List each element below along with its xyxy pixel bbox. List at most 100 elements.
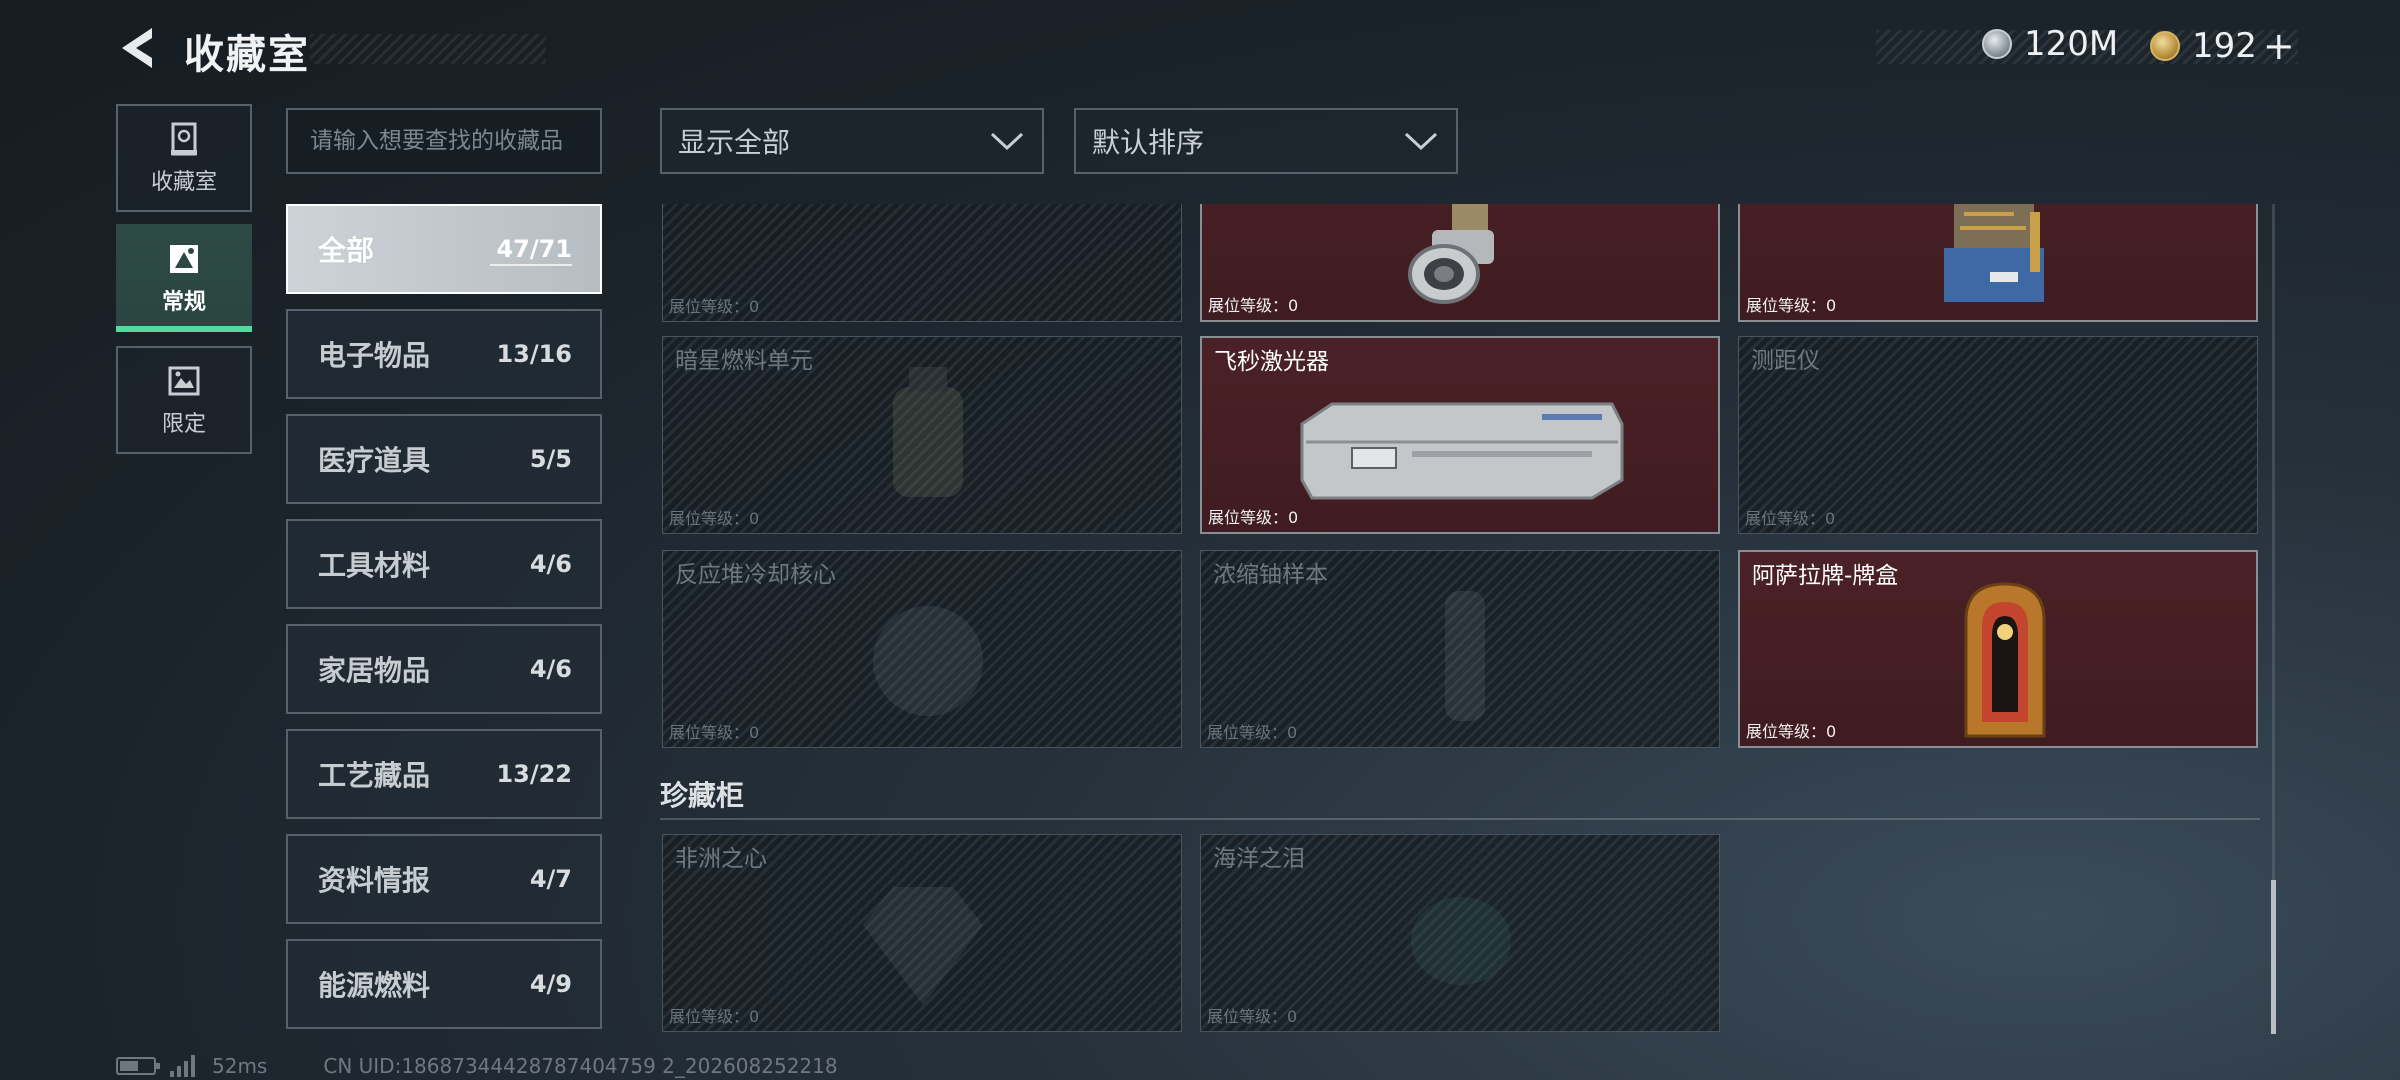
category-household[interactable]: 家居物品 4/6 — [286, 624, 602, 714]
category-count: 4/6 — [529, 655, 572, 683]
category-count: 13/16 — [496, 340, 572, 368]
booth-level: 展位等级：0 — [1208, 508, 1299, 527]
limited-icon — [168, 366, 200, 396]
category-intel[interactable]: 资料情报 4/7 — [286, 834, 602, 924]
booth-level: 展位等级：0 — [669, 297, 760, 316]
collection-card[interactable]: 浓缩铀样本 展位等级：0 — [1200, 550, 1720, 748]
nav-tab-vault-label: 收藏室 — [150, 170, 217, 195]
booth-level: 展位等级：0 — [1745, 509, 1836, 528]
booth-level: 展位等级：0 — [1207, 1007, 1298, 1026]
category-name: 家居物品 — [318, 654, 431, 687]
sort-value: 默认排序 — [1092, 126, 1205, 159]
item-name: 阿萨拉牌-牌盒 — [1752, 563, 1899, 589]
category-name: 工艺藏品 — [318, 759, 431, 792]
item-name: 非洲之心 — [675, 846, 767, 872]
item-name: 海洋之泪 — [1213, 846, 1305, 872]
booth-level: 展位等级：0 — [669, 723, 760, 742]
vault-icon — [171, 122, 197, 156]
section-divider — [660, 818, 2260, 820]
status-footer: 52ms CN UID:18687344428787404759 2_20260… — [116, 1054, 838, 1078]
nav-tab-regular-label: 常规 — [161, 290, 206, 315]
nav-tab-limited[interactable]: 限定 — [116, 346, 252, 454]
category-name: 电子物品 — [318, 339, 431, 372]
nav-tab-limited-label: 限定 — [161, 412, 206, 437]
category-name: 医疗道具 — [318, 444, 431, 477]
signal-icon — [170, 1055, 198, 1077]
scrollbar-thumb[interactable] — [2271, 880, 2276, 1034]
collection-card[interactable]: 非洲之心 展位等级：0 — [662, 834, 1182, 1032]
collection-card[interactable]: 阿萨拉牌-牌盒 展位等级：0 — [1738, 550, 2258, 748]
item-name: 浓缩铀样本 — [1213, 562, 1328, 588]
item-name: 暗星燃料单元 — [675, 348, 813, 374]
nav-tab-regular[interactable]: 常规 — [116, 224, 252, 332]
collection-card[interactable]: 暗星燃料单元 展位等级：0 — [662, 336, 1182, 534]
item-name: 测距仪 — [1751, 348, 1820, 374]
tear-gem-icon — [1411, 897, 1511, 985]
card-box-icon — [1964, 582, 2046, 738]
collection-card[interactable]: 海洋之泪 展位等级：0 — [1200, 834, 1720, 1032]
chevron-down-icon — [990, 132, 1024, 151]
machine-box-icon — [1944, 204, 2044, 302]
uid-text: CN UID:18687344428787404759 2_2026082522… — [323, 1054, 838, 1078]
collection-card[interactable]: 反应堆冷却核心 展位等级：0 — [662, 550, 1182, 748]
laser-device-icon — [1300, 402, 1624, 500]
currency-gold-value: 192 — [2192, 26, 2257, 66]
category-count: 4/6 — [529, 550, 572, 578]
silver-coin-icon — [1982, 29, 2012, 59]
display-filter-value: 显示全部 — [678, 126, 791, 159]
heart-gem-icon — [863, 887, 983, 1005]
currency-silver-value: 120M — [2024, 24, 2119, 64]
category-name: 资料情报 — [318, 864, 431, 897]
currency-gold: 192 + — [2150, 24, 2295, 68]
item-name: 飞秒激光器 — [1214, 349, 1329, 375]
regular-icon — [170, 245, 198, 273]
category-name: 全部 — [318, 234, 375, 267]
sort-dropdown[interactable]: 默认排序 — [1074, 108, 1458, 174]
uranium-sample-icon — [1445, 591, 1485, 721]
booth-level: 展位等级：0 — [1746, 722, 1837, 741]
fuel-cell-icon — [893, 367, 963, 497]
category-count: 13/22 — [496, 760, 572, 788]
ping-value: 52ms — [212, 1054, 268, 1078]
search-input[interactable] — [310, 128, 578, 154]
category-name: 能源燃料 — [318, 969, 431, 1002]
category-electronics[interactable]: 电子物品 13/16 — [286, 309, 602, 399]
booth-level: 展位等级：0 — [669, 509, 760, 528]
chevron-down-icon — [1404, 132, 1438, 151]
category-tools[interactable]: 工具材料 4/6 — [286, 519, 602, 609]
booth-level: 展位等级：0 — [669, 1007, 760, 1026]
collection-card[interactable]: 展位等级：0 — [662, 204, 1182, 322]
category-crafts[interactable]: 工艺藏品 13/22 — [286, 729, 602, 819]
collection-card[interactable]: 飞秒激光器 展位等级：0 — [1200, 336, 1720, 534]
search-box[interactable] — [286, 108, 602, 174]
booth-level: 展位等级：0 — [1208, 296, 1299, 315]
nav-tab-vault[interactable]: 收藏室 — [116, 104, 252, 212]
battery-icon — [116, 1057, 160, 1075]
booth-level: 展位等级：0 — [1207, 723, 1298, 742]
section-title-treasure: 珍藏柜 — [660, 779, 745, 812]
add-currency-button[interactable]: + — [2263, 24, 2295, 68]
gold-coin-icon — [2150, 31, 2180, 61]
category-count: 4/9 — [529, 970, 572, 998]
title-decoration — [310, 34, 546, 64]
collection-card[interactable]: 展位等级：0 — [1200, 204, 1720, 322]
display-filter-dropdown[interactable]: 显示全部 — [660, 108, 1044, 174]
category-count: 4/7 — [529, 865, 572, 893]
booth-level: 展位等级：0 — [1746, 296, 1837, 315]
currency-silver: 120M — [1982, 24, 2118, 64]
category-energy[interactable]: 能源燃料 4/9 — [286, 939, 602, 1029]
collection-card[interactable]: 展位等级：0 — [1738, 204, 2258, 322]
active-indicator — [116, 326, 252, 332]
category-count: 47/71 — [496, 235, 572, 263]
count-underline — [490, 264, 572, 266]
category-medical[interactable]: 医疗道具 5/5 — [286, 414, 602, 504]
page-title: 收藏室 — [184, 32, 310, 78]
reactor-core-icon — [873, 606, 983, 716]
collection-card[interactable]: 测距仪 展位等级：0 — [1738, 336, 2258, 534]
category-name: 工具材料 — [318, 549, 431, 582]
category-all[interactable]: 全部 47/71 — [286, 204, 602, 294]
item-name: 反应堆冷却核心 — [675, 562, 836, 588]
category-count: 5/5 — [529, 445, 572, 473]
lens-device-icon — [1408, 204, 1494, 304]
back-arrow-icon[interactable] — [112, 22, 164, 74]
